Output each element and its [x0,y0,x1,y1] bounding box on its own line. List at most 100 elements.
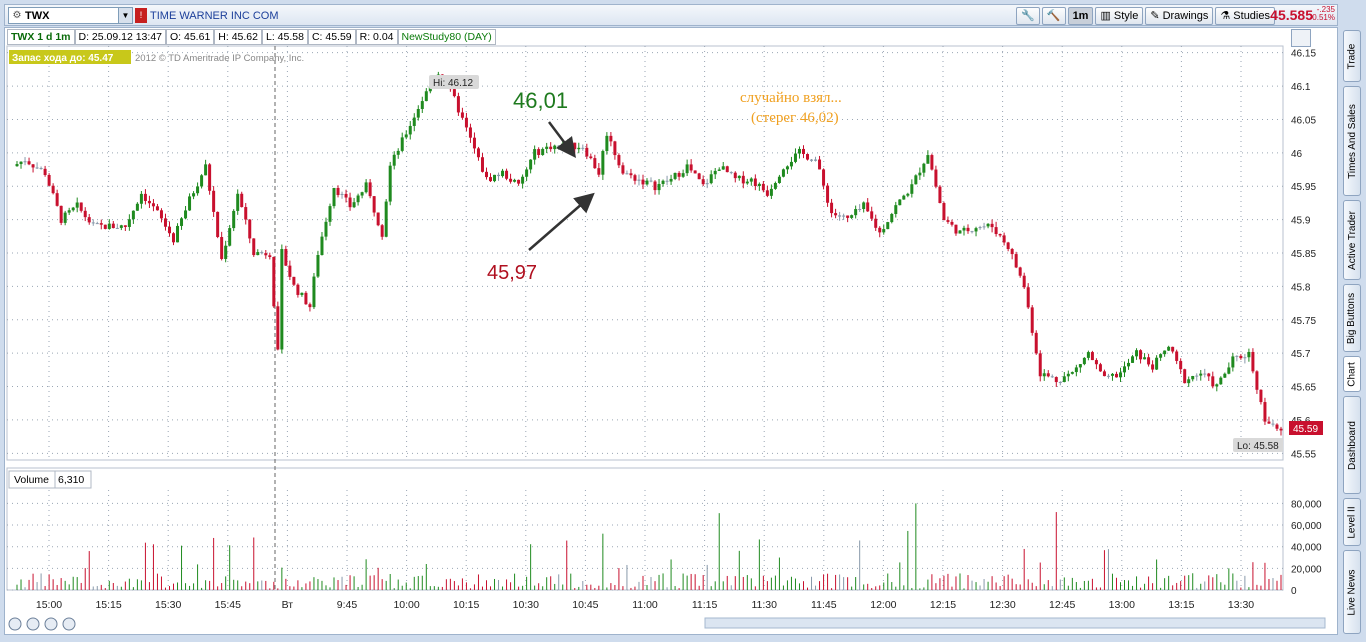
candle-body [709,174,713,184]
candle-body [990,223,994,228]
volume-tick-label: 60,000 [1291,521,1322,532]
candle-body [1175,351,1179,361]
candle-body [204,164,208,176]
app-window: ⚙ TWX ▼ ! TIME WARNER INC COM 🔧 🔨 1m ▥ St… [0,0,1366,642]
candle-body [292,276,296,285]
candle-body [304,292,308,305]
candle-body [348,197,352,208]
side-tab-level-ii[interactable]: Level II [1343,498,1361,546]
candle-body [456,96,460,113]
candle-body [252,238,256,256]
timeframe-button[interactable]: 1m [1067,6,1094,25]
candle-body [1163,350,1167,355]
candle-body [1086,352,1090,358]
flask-icon: ⚗ [1220,9,1231,22]
candle-body [954,224,958,234]
price-tick-label: 45.8 [1291,282,1311,293]
candle-body [826,185,830,203]
last-price-tag: 45.59 [1293,424,1318,435]
candle-body [898,199,902,206]
candle-body [123,225,127,227]
green-note: 46,01 [513,88,568,113]
chevron-down-icon[interactable]: ▼ [118,8,132,23]
last-price: 45.585 [1270,7,1313,23]
candle-body [1203,373,1207,375]
symbol-input[interactable]: TWX [25,10,118,22]
side-tab-active-trader[interactable]: Active Trader [1343,200,1361,280]
candle-body [601,151,605,175]
volume-tick-label: 80,000 [1291,499,1322,510]
candle-body [878,227,882,233]
candle-body [749,178,753,182]
candle-body [737,175,741,179]
settings-icon[interactable]: 🔨 [1041,6,1066,25]
side-tab-trade[interactable]: Trade [1343,30,1361,82]
pointer-icon-shape [62,617,76,631]
candle-body [1271,423,1275,425]
candle-body [886,222,890,230]
candle-body [838,215,842,217]
candle-body [1231,356,1235,368]
candle-body [236,193,240,211]
zoom-out-icon [26,617,40,631]
alert-flag-icon[interactable]: ! [135,8,147,23]
candle-body [1139,350,1143,360]
candle-body [192,193,196,197]
candle-body [1058,382,1062,384]
time-tick-label: 12:15 [930,599,956,611]
candle-body [818,159,822,170]
side-tab-dashboard[interactable]: Dashboard [1343,396,1361,494]
candle-body [312,276,316,308]
candle-body [1034,332,1038,354]
candle-body [930,155,934,170]
side-tab-live-news[interactable]: Live News [1343,550,1361,634]
candle-body [870,211,874,219]
price-chart[interactable]: 46.15 46.1 46.05 46 45.95 45.9 45.85 45.8 45.75 4… [5,28,1339,636]
candle-body [1026,287,1030,308]
candle-body [1090,352,1094,361]
candle-body [400,137,404,151]
red-note: 45,97 [487,262,537,284]
candle-body [51,185,55,194]
candle-body [228,228,232,246]
orange-note-line2: (стерег 46,02) [751,110,839,126]
candle-body [934,169,938,187]
candle-body [505,170,509,179]
candle-body [71,207,75,211]
zoom-out-icon-shape [26,617,40,631]
candle-body [1207,373,1211,377]
candle-body [256,252,260,256]
candle-body [645,180,649,185]
side-tab-big-buttons[interactable]: Big Buttons [1343,284,1361,352]
price-tick-label: 45.7 [1291,349,1311,360]
candle-body [890,214,894,223]
candle-body [1074,367,1078,373]
candle-body [172,233,176,243]
gear-icon[interactable]: ⚙ [11,10,23,22]
time-tick-label: 10:00 [393,599,419,611]
symbol-box[interactable]: ⚙ TWX ▼ [8,7,133,24]
side-tab-chart[interactable]: Chart [1343,356,1361,392]
candle-body [725,166,729,173]
drawings-button[interactable]: ✎ Drawings [1145,6,1214,25]
candle-body [1187,379,1191,384]
candle-body [1219,377,1223,385]
wrench-icon[interactable]: 🔧 [1016,6,1040,25]
candle-body [352,202,356,208]
candle-body [328,206,332,222]
candle-body [974,228,978,232]
candle-body [107,223,111,229]
candle-body [460,112,464,118]
candle-body [1191,375,1195,380]
candle-body [268,255,272,258]
candle-body [1159,354,1163,358]
studies-button[interactable]: ⚗ Studies [1215,6,1275,25]
side-tab-times-and-sales[interactable]: Times And Sales [1343,86,1361,196]
candle-body [970,231,974,233]
candle-body [661,180,665,184]
candle-body [814,159,818,161]
candle-body [95,223,99,225]
candle-body [280,249,284,350]
candle-body [1235,355,1239,357]
style-button[interactable]: ▥ Style [1095,6,1144,25]
